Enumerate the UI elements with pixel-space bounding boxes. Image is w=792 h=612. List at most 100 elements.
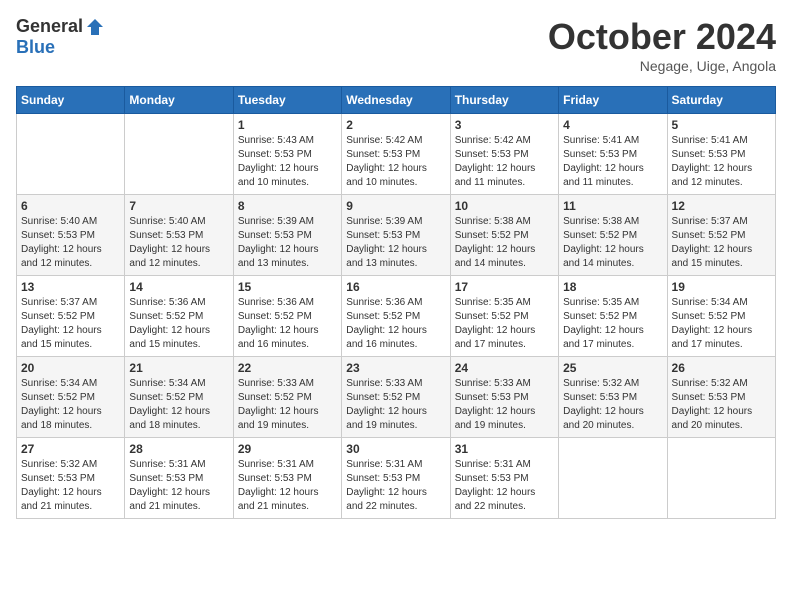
day-number: 10 [455, 199, 554, 213]
day-info: Sunrise: 5:39 AM Sunset: 5:53 PM Dayligh… [238, 215, 337, 271]
day-number: 20 [21, 361, 120, 375]
calendar-cell: 7Sunrise: 5:40 AM Sunset: 5:53 PM Daylig… [125, 195, 233, 276]
day-info: Sunrise: 5:31 AM Sunset: 5:53 PM Dayligh… [455, 458, 554, 514]
calendar-cell [559, 438, 667, 519]
day-number: 6 [21, 199, 120, 213]
day-number: 1 [238, 118, 337, 132]
day-info: Sunrise: 5:32 AM Sunset: 5:53 PM Dayligh… [21, 458, 120, 514]
calendar-week-row: 1Sunrise: 5:43 AM Sunset: 5:53 PM Daylig… [17, 114, 776, 195]
calendar-cell: 28Sunrise: 5:31 AM Sunset: 5:53 PM Dayli… [125, 438, 233, 519]
calendar-cell: 20 Sunrise: 5:34 AM Sunset: 5:52 PM Dayli… [17, 357, 125, 438]
day-info: Sunrise: 5:35 AM Sunset: 5:52 PM Dayligh… [455, 296, 554, 352]
day-info: Sunrise: 5:32 AM Sunset: 5:53 PM Dayligh… [672, 377, 771, 433]
day-number: 13 [21, 280, 120, 294]
day-info: Sunrise: 5:33 AM Sunset: 5:52 PM Dayligh… [346, 377, 445, 433]
calendar-cell: 14 Sunrise: 5:36 AM Sunset: 5:52 PM Dayli… [125, 276, 233, 357]
day-info: Sunrise: 5:42 AM Sunset: 5:53 PM Dayligh… [455, 134, 554, 190]
day-info: Sunrise: 5:34 AM Sunset: 5:52 PM Dayligh… [21, 377, 120, 433]
calendar-cell: 15 Sunrise: 5:36 AM Sunset: 5:52 PM Dayli… [233, 276, 341, 357]
day-number: 25 [563, 361, 662, 375]
day-number: 30 [346, 442, 445, 456]
weekday-header: Friday [559, 87, 667, 114]
calendar-cell: 2 Sunrise: 5:42 AM Sunset: 5:53 PM Daylig… [342, 114, 450, 195]
calendar-cell [17, 114, 125, 195]
calendar-week-row: 27 Sunrise: 5:32 AM Sunset: 5:53 PM Dayli… [17, 438, 776, 519]
day-number: 27 [21, 442, 120, 456]
day-info: Sunrise: 5:42 AM Sunset: 5:53 PM Dayligh… [346, 134, 445, 190]
day-number: 9 [346, 199, 445, 213]
logo-general: General [16, 16, 83, 37]
calendar-cell: 12 Sunrise: 5:37 AM Sunset: 5:52 PM Dayli… [667, 195, 775, 276]
calendar-cell: 16 Sunrise: 5:36 AM Sunset: 5:52 PM Dayli… [342, 276, 450, 357]
calendar-week-row: 6 Sunrise: 5:40 AM Sunset: 5:53 PM Daylig… [17, 195, 776, 276]
day-number: 5 [672, 118, 771, 132]
calendar-week-row: 20 Sunrise: 5:34 AM Sunset: 5:52 PM Dayli… [17, 357, 776, 438]
day-number: 17 [455, 280, 554, 294]
weekday-header: Monday [125, 87, 233, 114]
calendar-cell: 10 Sunrise: 5:38 AM Sunset: 5:52 PM Dayli… [450, 195, 558, 276]
weekday-header: Saturday [667, 87, 775, 114]
day-info: Sunrise: 5:33 AM Sunset: 5:53 PM Dayligh… [455, 377, 554, 433]
day-info: Sunrise: 5:38 AM Sunset: 5:52 PM Dayligh… [455, 215, 554, 271]
weekday-header: Sunday [17, 87, 125, 114]
day-info: Sunrise: 5:40 AM Sunset: 5:53 PM Dayligh… [21, 215, 120, 271]
calendar-cell: 19 Sunrise: 5:34 AM Sunset: 5:52 PM Dayli… [667, 276, 775, 357]
day-info: Sunrise: 5:41 AM Sunset: 5:53 PM Dayligh… [672, 134, 771, 190]
day-info: Sunrise: 5:36 AM Sunset: 5:52 PM Dayligh… [238, 296, 337, 352]
calendar-cell: 1Sunrise: 5:43 AM Sunset: 5:53 PM Daylig… [233, 114, 341, 195]
page-header: General Blue October 2024 Negage, Uige, … [16, 16, 776, 74]
calendar-cell: 9 Sunrise: 5:39 AM Sunset: 5:53 PM Daylig… [342, 195, 450, 276]
day-number: 21 [129, 361, 228, 375]
day-number: 22 [238, 361, 337, 375]
calendar-cell: 18Sunrise: 5:35 AM Sunset: 5:52 PM Dayli… [559, 276, 667, 357]
calendar-cell [125, 114, 233, 195]
calendar-cell: 13Sunrise: 5:37 AM Sunset: 5:52 PM Dayli… [17, 276, 125, 357]
day-info: Sunrise: 5:38 AM Sunset: 5:52 PM Dayligh… [563, 215, 662, 271]
day-number: 16 [346, 280, 445, 294]
day-number: 23 [346, 361, 445, 375]
calendar: SundayMondayTuesdayWednesdayThursdayFrid… [16, 86, 776, 519]
calendar-cell: 25Sunrise: 5:32 AM Sunset: 5:53 PM Dayli… [559, 357, 667, 438]
title-section: October 2024 Negage, Uige, Angola [548, 16, 776, 74]
day-info: Sunrise: 5:40 AM Sunset: 5:53 PM Dayligh… [129, 215, 228, 271]
logo-icon [85, 17, 105, 37]
calendar-cell: 26 Sunrise: 5:32 AM Sunset: 5:53 PM Dayli… [667, 357, 775, 438]
logo: General Blue [16, 16, 105, 58]
location: Negage, Uige, Angola [548, 58, 776, 74]
day-number: 15 [238, 280, 337, 294]
day-number: 26 [672, 361, 771, 375]
calendar-header-row: SundayMondayTuesdayWednesdayThursdayFrid… [17, 87, 776, 114]
weekday-header: Tuesday [233, 87, 341, 114]
calendar-cell: 30 Sunrise: 5:31 AM Sunset: 5:53 PM Dayli… [342, 438, 450, 519]
calendar-cell [667, 438, 775, 519]
calendar-cell: 11 Sunrise: 5:38 AM Sunset: 5:52 PM Dayli… [559, 195, 667, 276]
day-info: Sunrise: 5:37 AM Sunset: 5:52 PM Dayligh… [672, 215, 771, 271]
day-info: Sunrise: 5:34 AM Sunset: 5:52 PM Dayligh… [672, 296, 771, 352]
calendar-cell: 6 Sunrise: 5:40 AM Sunset: 5:53 PM Daylig… [17, 195, 125, 276]
day-number: 31 [455, 442, 554, 456]
weekday-header: Thursday [450, 87, 558, 114]
day-number: 3 [455, 118, 554, 132]
day-number: 2 [346, 118, 445, 132]
day-number: 11 [563, 199, 662, 213]
day-info: Sunrise: 5:31 AM Sunset: 5:53 PM Dayligh… [129, 458, 228, 514]
calendar-cell: 27 Sunrise: 5:32 AM Sunset: 5:53 PM Dayli… [17, 438, 125, 519]
weekday-header: Wednesday [342, 87, 450, 114]
day-number: 14 [129, 280, 228, 294]
day-info: Sunrise: 5:35 AM Sunset: 5:52 PM Dayligh… [563, 296, 662, 352]
month-title: October 2024 [548, 16, 776, 58]
day-info: Sunrise: 5:31 AM Sunset: 5:53 PM Dayligh… [346, 458, 445, 514]
day-info: Sunrise: 5:36 AM Sunset: 5:52 PM Dayligh… [346, 296, 445, 352]
calendar-cell: 23 Sunrise: 5:33 AM Sunset: 5:52 PM Dayli… [342, 357, 450, 438]
day-number: 12 [672, 199, 771, 213]
calendar-cell: 8Sunrise: 5:39 AM Sunset: 5:53 PM Daylig… [233, 195, 341, 276]
day-info: Sunrise: 5:39 AM Sunset: 5:53 PM Dayligh… [346, 215, 445, 271]
day-number: 24 [455, 361, 554, 375]
day-number: 19 [672, 280, 771, 294]
calendar-cell: 5 Sunrise: 5:41 AM Sunset: 5:53 PM Daylig… [667, 114, 775, 195]
day-info: Sunrise: 5:36 AM Sunset: 5:52 PM Dayligh… [129, 296, 228, 352]
day-info: Sunrise: 5:41 AM Sunset: 5:53 PM Dayligh… [563, 134, 662, 190]
calendar-cell: 22Sunrise: 5:33 AM Sunset: 5:52 PM Dayli… [233, 357, 341, 438]
calendar-body: 1Sunrise: 5:43 AM Sunset: 5:53 PM Daylig… [17, 114, 776, 519]
calendar-cell: 29Sunrise: 5:31 AM Sunset: 5:53 PM Dayli… [233, 438, 341, 519]
